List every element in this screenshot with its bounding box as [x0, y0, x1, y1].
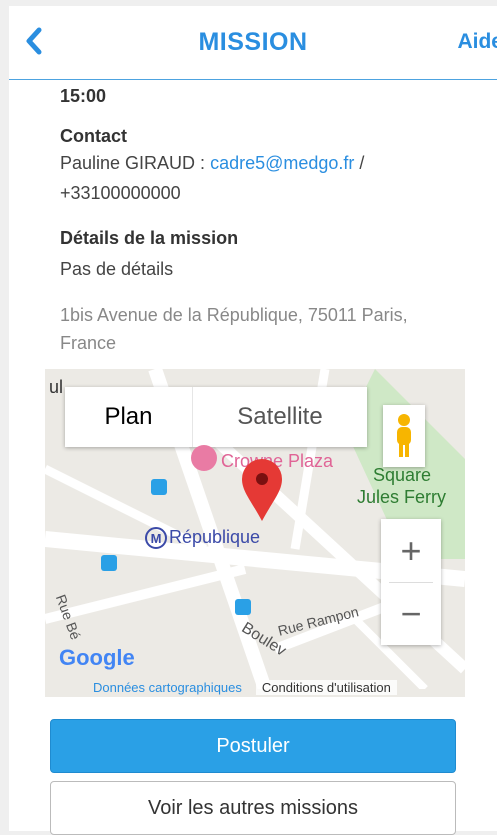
contact-name: Pauline GIRAUD : [60, 153, 211, 173]
zoom-divider [389, 582, 433, 583]
contact-separator: / [354, 153, 365, 173]
address-line2: France [60, 333, 117, 353]
header: MISSION Aide [9, 6, 497, 80]
help-link[interactable]: Aide [457, 30, 497, 54]
bus-stop-icon-2 [101, 555, 117, 571]
bus-stop-icon [151, 479, 167, 495]
address-line1: 1bis Avenue de la République, 75011 Pari… [60, 305, 408, 325]
mission-time: 15:00 [60, 86, 107, 106]
mission-details-value: Pas de détails [60, 259, 174, 279]
contact-phone: +33100000000 [60, 183, 181, 203]
metro-icon: M [145, 527, 167, 549]
map[interactable]: ul Plan Satellite Crowne Plaza Square Ju… [45, 369, 465, 697]
map-attribution: Données cartographiques Conditions d'uti… [89, 677, 465, 697]
map-terms-link[interactable]: Conditions d'utilisation [255, 679, 397, 695]
mission-details-label: Détails de la mission [60, 228, 239, 248]
other-missions-button[interactable]: Voir les autres missions [50, 781, 456, 835]
hotel-icon [191, 445, 217, 471]
contact-line: Pauline GIRAUD : cadre5@medgo.fr / [60, 150, 364, 176]
map-pin-icon [242, 459, 282, 521]
map-label-jules-ferry: Jules Ferry [357, 487, 447, 507]
zoom-out-button[interactable]: − [381, 582, 441, 645]
page-title: MISSION [198, 28, 308, 56]
bus-stop-icon-3 [235, 599, 251, 615]
apply-button[interactable]: Postuler [50, 719, 456, 773]
contact-email-link[interactable]: cadre5@medgo.fr [210, 153, 354, 173]
zoom-in-button[interactable]: + [381, 519, 441, 582]
google-logo: Google [59, 645, 135, 670]
map-label-rue: ul [49, 377, 64, 397]
pegman-icon [397, 414, 411, 457]
map-label-republique: République [169, 527, 261, 547]
map-type-plan[interactable]: Plan [65, 387, 193, 447]
zoom-control: + − [381, 519, 441, 645]
map-data-link[interactable]: Données cartographiques [89, 680, 242, 695]
map-label-square: Square [373, 465, 432, 485]
contact-label: Contact [60, 126, 127, 146]
map-type-control: Plan Satellite [65, 387, 367, 447]
street-view-pegman[interactable] [383, 405, 425, 467]
map-type-satellite[interactable]: Satellite [193, 387, 367, 447]
screen: MISSION Aide 15:00 Contact Pauline GIRAU… [0, 0, 497, 835]
